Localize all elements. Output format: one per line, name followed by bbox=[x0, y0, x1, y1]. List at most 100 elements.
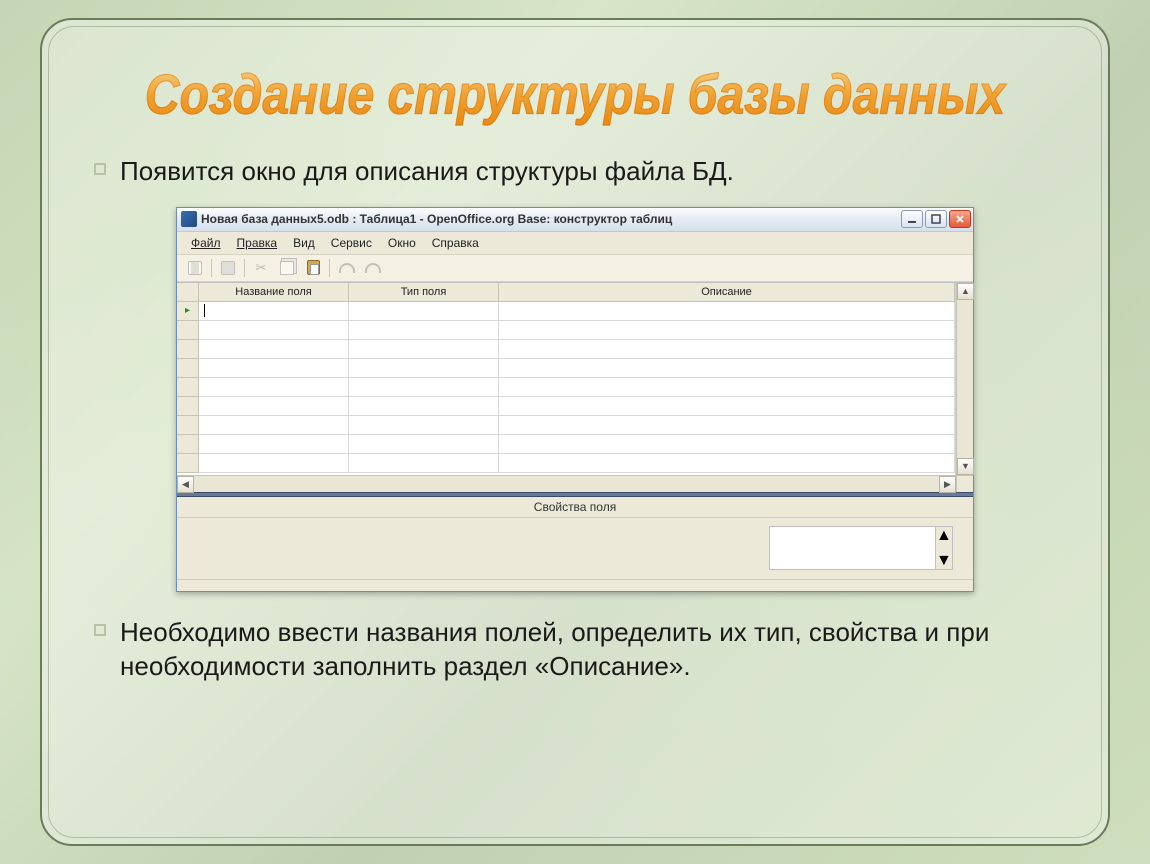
toolbar-separator bbox=[211, 259, 212, 277]
grid-horizontal-scrollbar[interactable]: ◀ ▶ bbox=[177, 475, 973, 492]
scroll-down-button[interactable]: ▼ bbox=[936, 552, 952, 569]
scroll-track[interactable] bbox=[194, 476, 939, 492]
cell-field-type[interactable] bbox=[349, 321, 499, 340]
row-handle[interactable] bbox=[177, 397, 199, 416]
bullet-icon bbox=[94, 163, 106, 175]
properties-form bbox=[177, 518, 763, 579]
properties-body: ▲ ▼ bbox=[177, 517, 973, 579]
table-design-area: Название поля Тип поля Описание ▸ ▲ ▼ ◀ bbox=[177, 282, 973, 492]
scroll-right-button[interactable]: ▶ bbox=[939, 476, 956, 493]
menu-window[interactable]: Окно bbox=[380, 234, 424, 252]
grid-row[interactable] bbox=[177, 397, 955, 416]
minimize-button[interactable] bbox=[901, 210, 923, 228]
cell-field-type[interactable] bbox=[349, 416, 499, 435]
cell-field-type[interactable] bbox=[349, 378, 499, 397]
cut-button[interactable]: ✂ bbox=[251, 258, 271, 278]
field-properties-panel: Свойства поля ▲ ▼ bbox=[177, 497, 973, 579]
paste-button[interactable] bbox=[303, 258, 323, 278]
cell-field-desc[interactable] bbox=[499, 378, 955, 397]
properties-help-box: ▲ ▼ bbox=[769, 526, 953, 570]
cell-field-desc[interactable] bbox=[499, 340, 955, 359]
row-handle[interactable] bbox=[177, 378, 199, 397]
cell-field-type[interactable] bbox=[349, 397, 499, 416]
cell-field-name[interactable] bbox=[199, 397, 349, 416]
intro-text: Появится окно для описания структуры фай… bbox=[120, 155, 1068, 189]
cell-field-name[interactable] bbox=[199, 340, 349, 359]
redo-button[interactable] bbox=[362, 258, 382, 278]
row-handle[interactable] bbox=[177, 416, 199, 435]
redo-icon bbox=[364, 261, 380, 275]
column-header-name[interactable]: Название поля bbox=[199, 283, 349, 302]
cell-field-type[interactable] bbox=[349, 435, 499, 454]
grid-vertical-scrollbar[interactable]: ▲ ▼ bbox=[956, 283, 973, 475]
grid-row[interactable] bbox=[177, 359, 955, 378]
row-handle[interactable] bbox=[177, 435, 199, 454]
grid-row[interactable]: ▸ bbox=[177, 302, 955, 321]
save-icon bbox=[188, 261, 202, 275]
scroll-track[interactable] bbox=[957, 300, 973, 458]
undo-button[interactable] bbox=[336, 258, 356, 278]
cell-field-desc[interactable] bbox=[499, 454, 955, 473]
cell-field-name[interactable] bbox=[199, 454, 349, 473]
scroll-up-button[interactable]: ▲ bbox=[957, 283, 974, 300]
cell-field-name[interactable] bbox=[199, 435, 349, 454]
copy-icon bbox=[280, 261, 294, 275]
cell-field-name[interactable] bbox=[199, 359, 349, 378]
scroll-down-button[interactable]: ▼ bbox=[957, 458, 974, 475]
toolbar: ✂ bbox=[177, 254, 973, 282]
grid-row[interactable] bbox=[177, 321, 955, 340]
cell-field-type[interactable] bbox=[349, 302, 499, 321]
field-grid: Название поля Тип поля Описание ▸ ▲ ▼ bbox=[177, 283, 973, 475]
menu-file[interactable]: Файл bbox=[183, 234, 229, 252]
titlebar[interactable]: Новая база данных5.odb : Таблица1 - Open… bbox=[177, 208, 973, 232]
field-grid-main: Название поля Тип поля Описание ▸ bbox=[177, 283, 956, 475]
cell-field-name[interactable] bbox=[199, 302, 349, 321]
cell-field-name[interactable] bbox=[199, 321, 349, 340]
cell-field-desc[interactable] bbox=[499, 435, 955, 454]
slide-frame: Создание структуры базы данных Появится … bbox=[40, 18, 1110, 846]
saveas-button[interactable] bbox=[218, 258, 238, 278]
undo-icon bbox=[338, 261, 354, 275]
menu-view[interactable]: Вид bbox=[285, 234, 323, 252]
cell-field-type[interactable] bbox=[349, 340, 499, 359]
row-handle[interactable] bbox=[177, 454, 199, 473]
cut-icon: ✂ bbox=[256, 260, 267, 276]
cell-field-name[interactable] bbox=[199, 416, 349, 435]
cell-field-desc[interactable] bbox=[499, 321, 955, 340]
column-header-type[interactable]: Тип поля bbox=[349, 283, 499, 302]
grid-row[interactable] bbox=[177, 378, 955, 397]
cell-field-type[interactable] bbox=[349, 454, 499, 473]
help-scrollbar[interactable]: ▲ ▼ bbox=[935, 527, 952, 569]
grid-row[interactable] bbox=[177, 416, 955, 435]
cell-field-desc[interactable] bbox=[499, 302, 955, 321]
row-handle[interactable]: ▸ bbox=[177, 302, 199, 321]
menu-help[interactable]: Справка bbox=[424, 234, 487, 252]
saveas-icon bbox=[221, 261, 235, 275]
cell-field-desc[interactable] bbox=[499, 359, 955, 378]
corner-handle[interactable] bbox=[177, 283, 199, 302]
cell-field-desc[interactable] bbox=[499, 416, 955, 435]
scroll-left-button[interactable]: ◀ bbox=[177, 476, 194, 493]
window-controls bbox=[901, 210, 971, 228]
cell-field-type[interactable] bbox=[349, 359, 499, 378]
close-icon bbox=[955, 214, 965, 224]
menu-tools[interactable]: Сервис bbox=[323, 234, 380, 252]
outro-text-content: Необходимо ввести названия полей, опреде… bbox=[120, 617, 989, 681]
cell-field-name[interactable] bbox=[199, 378, 349, 397]
column-header-desc[interactable]: Описание bbox=[499, 283, 955, 302]
row-handle[interactable] bbox=[177, 359, 199, 378]
save-button[interactable] bbox=[185, 258, 205, 278]
menu-edit[interactable]: Правка bbox=[229, 234, 286, 252]
properties-header: Свойства поля bbox=[177, 497, 973, 517]
scroll-up-button[interactable]: ▲ bbox=[936, 527, 952, 544]
row-handle[interactable] bbox=[177, 340, 199, 359]
grid-row[interactable] bbox=[177, 454, 955, 473]
grid-row[interactable] bbox=[177, 435, 955, 454]
maximize-button[interactable] bbox=[925, 210, 947, 228]
close-button[interactable] bbox=[949, 210, 971, 228]
slide-content: Создание структуры базы данных Появится … bbox=[42, 20, 1108, 844]
grid-row[interactable] bbox=[177, 340, 955, 359]
row-handle[interactable] bbox=[177, 321, 199, 340]
cell-field-desc[interactable] bbox=[499, 397, 955, 416]
copy-button[interactable] bbox=[277, 258, 297, 278]
